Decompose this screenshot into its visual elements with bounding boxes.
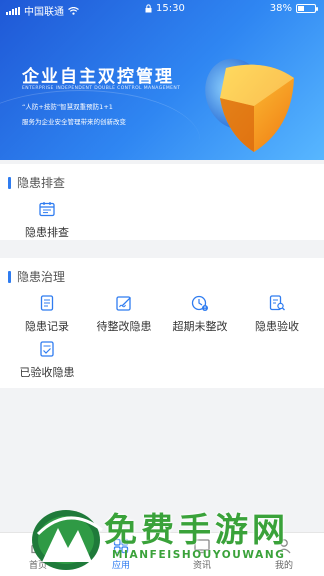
overdue-button[interactable]: 超期未整改 [162,294,238,338]
status-bar: 中国联通 15:30 38% [0,0,324,18]
banner-subtitle-en: ENTERPRISE INDEPENDENT DOUBLE CONTROL MA… [22,86,181,91]
hazard-records-label: 隐患记录 [25,320,69,333]
accepted-hazards-label: 已验收隐患 [19,366,75,379]
pending-rectification-button[interactable]: 待整改隐患 [86,294,162,338]
section-title-inspection: 隐患排查 [17,176,66,190]
governance-section: 隐患治理 隐患记录 待整改隐患 超期未整改 隐患验收 已验收隐患 [0,258,324,388]
hero-banner[interactable]: 企业自主双控管理 ENTERPRISE INDEPENDENT DOUBLE C… [0,0,324,160]
clock-alert-icon [191,295,208,311]
calendar-icon [39,202,55,217]
battery-icon [296,4,318,13]
lock-icon [145,4,152,13]
app-screen: 企业自主双控管理 ENTERPRISE INDEPENDENT DOUBLE C… [0,0,324,576]
shield-illustration-icon [205,58,294,152]
inspection-button[interactable]: 隐患排查 [9,200,85,244]
watermark-logo-icon [32,510,103,570]
hazard-acceptance-button[interactable]: 隐患验收 [239,294,315,338]
section-accent-bar [8,176,11,189]
banner-slogan-2: 服务为企业安全管理带来的创新改变 [22,118,126,126]
overdue-label: 超期未整改 [172,320,228,333]
banner-slogan-1: “人防+技防”智慧双重预防1+1 [22,103,113,111]
watermark-title: 免费手游网 [104,510,289,549]
clock-label: 15:30 [156,3,185,14]
signal-icon [6,6,20,15]
banner-title: 企业自主双控管理 [22,67,174,87]
hazard-records-button[interactable]: 隐患记录 [9,294,85,338]
pending-rectification-label: 待整改隐患 [96,320,152,333]
accepted-hazards-button[interactable]: 已验收隐患 [9,340,85,384]
inspection-label: 隐患排查 [25,226,69,239]
watermark-subtitle: MIANFEISHOUYOUWANG [112,549,286,561]
checked-document-icon [40,341,54,357]
carrier-label: 中国联通 [24,7,64,18]
hazard-acceptance-label: 隐患验收 [255,320,299,333]
wifi-icon [68,6,79,15]
section-accent-bar [8,270,11,283]
section-title-governance: 隐患治理 [17,270,66,284]
edit-icon [116,296,131,311]
battery-fill [298,6,305,11]
search-document-icon [269,295,285,311]
inspection-section: 隐患排查 隐患排查 [0,164,324,240]
document-icon [40,295,54,311]
battery-percent: 38% [269,3,292,14]
